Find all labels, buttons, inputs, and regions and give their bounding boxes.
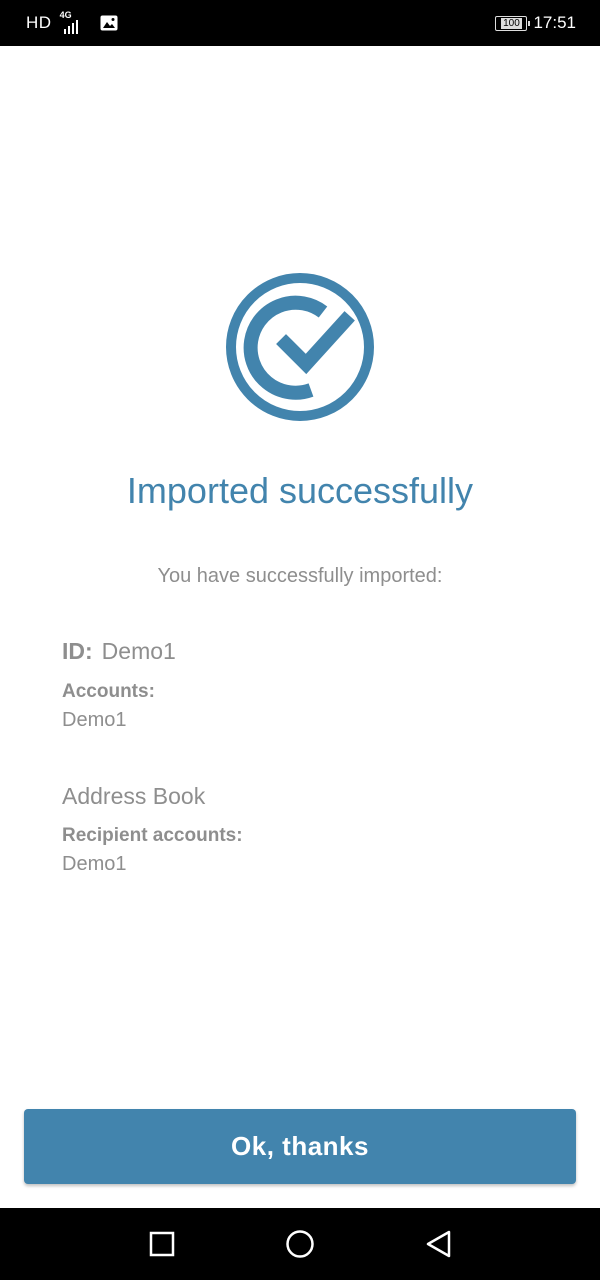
recipient-accounts-value: Demo1 — [62, 853, 127, 875]
accounts-label: Accounts: — [62, 681, 155, 702]
status-bar: HD 4G 100 17:51 — [0, 0, 600, 46]
network-type: 4G — [59, 10, 72, 20]
navigation-bar — [0, 1208, 600, 1280]
clock: 17:51 — [533, 13, 576, 32]
image-icon — [100, 15, 118, 31]
triangle-back-icon — [426, 1230, 451, 1258]
page-subtitle: You have successfully imported: — [157, 565, 443, 587]
ok-thanks-button[interactable]: Ok, thanks — [24, 1109, 576, 1184]
recent-apps-button[interactable] — [146, 1228, 178, 1260]
check-circle-icon — [226, 273, 374, 421]
signal-icon: 4G — [58, 10, 88, 36]
page-title: Imported successfully — [126, 470, 474, 511]
square-icon — [149, 1231, 175, 1257]
back-button[interactable] — [422, 1228, 454, 1260]
recipient-accounts-label: Recipient accounts: — [62, 825, 243, 846]
id-row: ID: Demo1 — [62, 638, 176, 665]
battery-level: 100 — [501, 17, 522, 29]
status-left: HD 4G — [26, 10, 118, 36]
circle-icon — [286, 1230, 314, 1258]
hd-indicator: HD — [26, 13, 52, 32]
address-book-title: Address Book — [62, 783, 206, 809]
home-button[interactable] — [284, 1228, 316, 1260]
status-right: 100 17:51 — [495, 13, 576, 33]
battery-icon: 100 — [495, 15, 531, 31]
id-value: Demo1 — [101, 638, 176, 664]
accounts-value: Demo1 — [62, 709, 127, 731]
id-label: ID: — [62, 638, 93, 664]
